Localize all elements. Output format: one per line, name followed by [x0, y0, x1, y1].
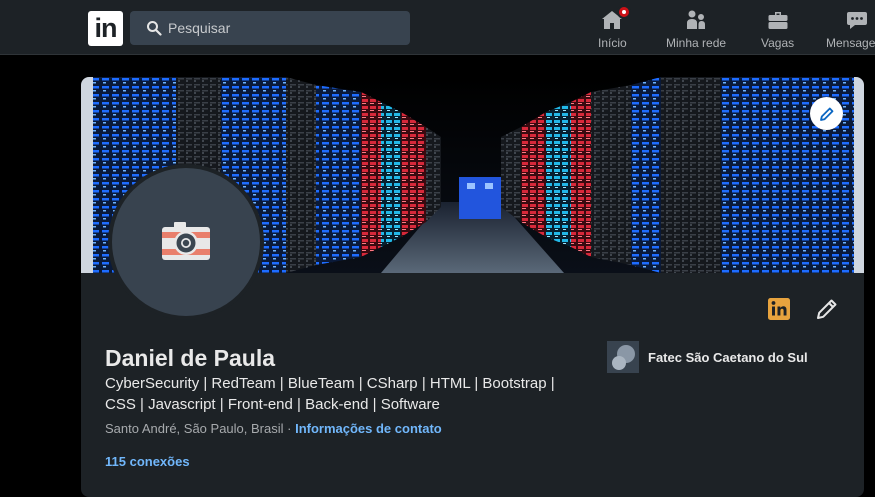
notification-badge: [617, 5, 632, 19]
linkedin-logo-text: in: [94, 13, 118, 43]
edit-banner-button[interactable]: [810, 97, 843, 130]
search-input[interactable]: [168, 11, 398, 45]
nav-my-network-label: Minha rede: [666, 36, 727, 50]
contact-info-link[interactable]: Informações de contato: [295, 421, 442, 436]
nav-jobs[interactable]: Vagas: [761, 8, 794, 52]
nav-home[interactable]: Início: [598, 5, 632, 52]
nav-my-network[interactable]: Minha rede: [666, 8, 726, 52]
school-name: Fatec São Caetano do Sul: [648, 349, 808, 365]
network-icon: [684, 8, 708, 32]
briefcase-icon: [766, 8, 790, 32]
top-navbar: in Início Minha rede: [0, 0, 875, 55]
profile-location: Santo André, São Paulo, Brasil: [105, 421, 284, 436]
school-placeholder-icon: [612, 345, 635, 370]
profile-location-row: Santo André, São Paulo, Brasil · Informa…: [105, 421, 442, 436]
nav-messaging[interactable]: Mensagens: [826, 8, 875, 52]
profile-photo-placeholder[interactable]: [108, 164, 264, 320]
home-icon: [600, 5, 632, 32]
location-separator: ·: [283, 421, 296, 436]
profile-headline: CyberSecurity | RedTeam | BlueTeam | CSh…: [105, 375, 555, 413]
camera-icon: [162, 222, 210, 260]
pencil-icon: [819, 107, 833, 121]
profile-card: Daniel de Paula CyberSecurity | RedTeam …: [81, 77, 864, 497]
school-logo: [607, 341, 639, 373]
edit-profile-pencil-icon[interactable]: [815, 297, 839, 321]
search-box[interactable]: [130, 11, 410, 45]
linkedin-badge-icon[interactable]: [767, 297, 791, 321]
education-entry[interactable]: Fatec São Caetano do Sul: [607, 341, 808, 373]
search-icon: [147, 21, 162, 36]
profile-name: Daniel de Paula: [105, 345, 276, 371]
connections-link[interactable]: 115 conexões: [105, 454, 190, 469]
nav-jobs-label: Vagas: [761, 36, 795, 50]
messaging-icon: [845, 8, 869, 32]
nav-messaging-label: Mensagens: [826, 36, 875, 50]
nav-home-label: Início: [598, 36, 627, 50]
linkedin-logo[interactable]: in: [88, 11, 123, 46]
